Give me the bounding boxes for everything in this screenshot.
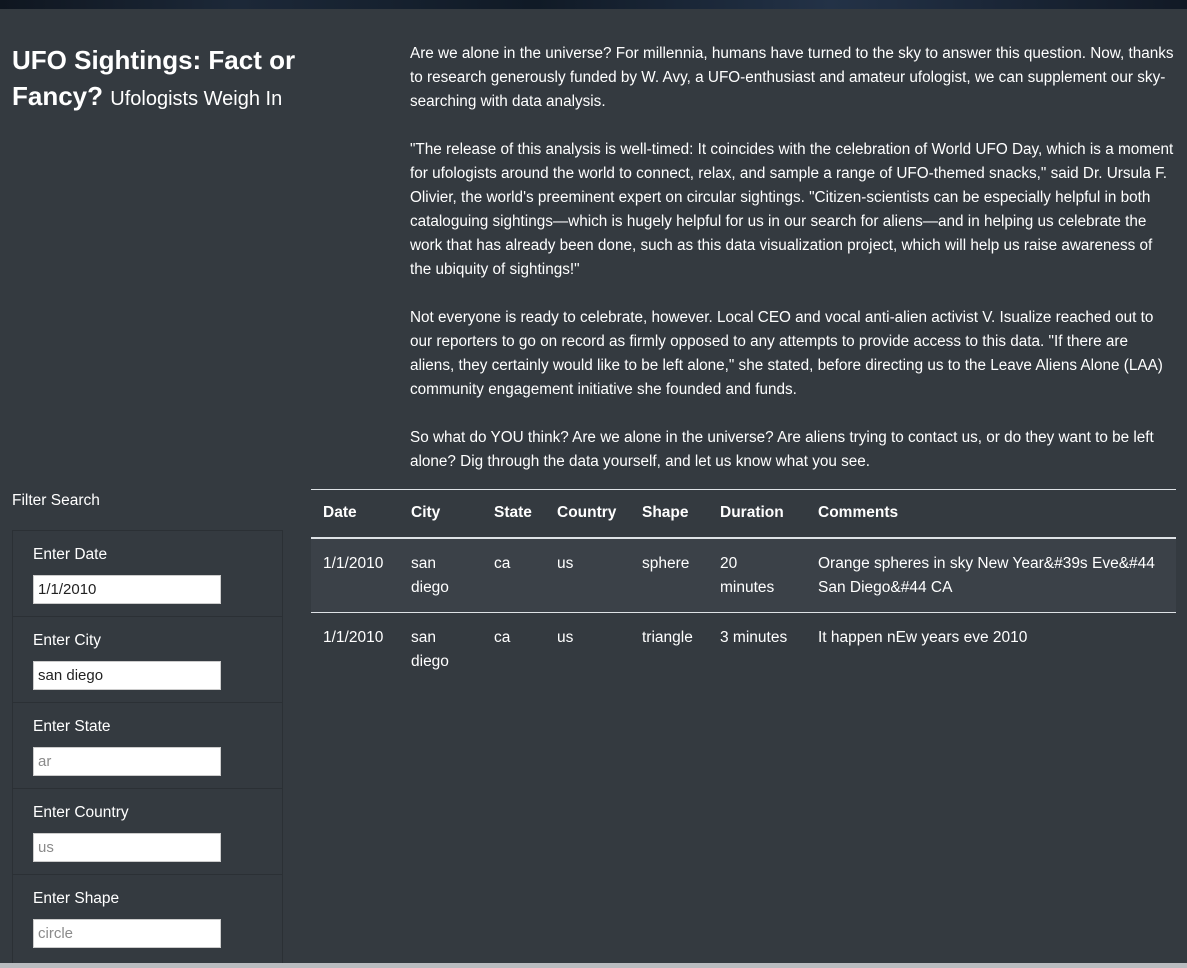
- intro-paragraph: "The release of this analysis is well-ti…: [410, 141, 1174, 278]
- cell-shape: sphere: [630, 537, 708, 613]
- column-header-comments: Comments: [806, 489, 1176, 539]
- cell-country: us: [545, 537, 630, 613]
- column-header-city: City: [399, 489, 482, 539]
- filter-city: Enter City: [13, 616, 282, 702]
- filter-country-label: Enter Country: [33, 804, 129, 821]
- table-row: 1/1/2010 san diego ca us triangle 3 minu…: [311, 612, 1176, 686]
- cell-country: us: [557, 628, 574, 646]
- ufo-sightings-table: Date City State Country Shape Duration C…: [311, 489, 1176, 686]
- filter-date: Enter Date: [13, 530, 282, 616]
- column-header-date: Date: [311, 489, 399, 539]
- cell-date: 1/1/2010: [311, 537, 399, 613]
- table-row: 1/1/2010 san diego ca us sphere 20 minut…: [311, 537, 1176, 613]
- column-header-state: State: [482, 489, 545, 539]
- cell-duration: 3 minutes: [720, 628, 788, 646]
- cell-state: ca: [494, 628, 511, 646]
- cell-city: san diego: [399, 537, 482, 613]
- intro-paragraph: Not everyone is ready to celebrate, howe…: [410, 309, 1163, 398]
- column-header-duration: Duration: [708, 489, 806, 539]
- table-header-row: Date City State Country Shape Duration C…: [311, 489, 1176, 539]
- filter-date-label: Enter Date: [33, 546, 108, 563]
- cell-city: san diego: [411, 628, 449, 670]
- filter-state-label: Enter State: [33, 718, 111, 735]
- cell-date: 1/1/2010: [323, 628, 384, 646]
- cell-shape: triangle: [642, 628, 693, 646]
- cell-comments: Orange spheres in sky New Year&#39s Eve&…: [806, 537, 1176, 613]
- taskbar-strip: [0, 963, 1187, 968]
- filter-state: Enter State: [13, 702, 282, 788]
- shape-input[interactable]: [33, 919, 221, 948]
- filter-shape: Enter Shape: [13, 874, 282, 960]
- filter-country: Enter Country: [13, 788, 282, 874]
- date-input[interactable]: [33, 575, 221, 604]
- state-input[interactable]: [33, 747, 221, 776]
- filter-city-label: Enter City: [33, 632, 102, 649]
- filter-search-heading: Filter Search: [12, 492, 100, 509]
- intro-paragraph: So what do YOU think? Are we alone in th…: [410, 429, 1154, 470]
- filter-panel: Enter Date Enter City Enter State Enter …: [12, 530, 283, 968]
- cell-state: ca: [482, 537, 545, 613]
- header-banner-image: [0, 0, 1187, 9]
- intro-article: Are we alone in the universe? For millen…: [410, 42, 1175, 498]
- cell-comments: It happen nEw years eve 2010: [818, 628, 1028, 646]
- country-input[interactable]: [33, 833, 221, 862]
- column-header-shape: Shape: [630, 489, 708, 539]
- page-title: UFO Sightings: Fact or Fancy? Ufologists…: [12, 42, 342, 117]
- page-subtitle: Ufologists Weigh In: [110, 88, 283, 110]
- cell-duration: 20 minutes: [708, 537, 806, 613]
- column-header-country: Country: [545, 489, 630, 539]
- filter-shape-label: Enter Shape: [33, 890, 120, 907]
- intro-paragraph: Are we alone in the universe? For millen…: [410, 45, 1174, 110]
- city-input[interactable]: [33, 661, 221, 690]
